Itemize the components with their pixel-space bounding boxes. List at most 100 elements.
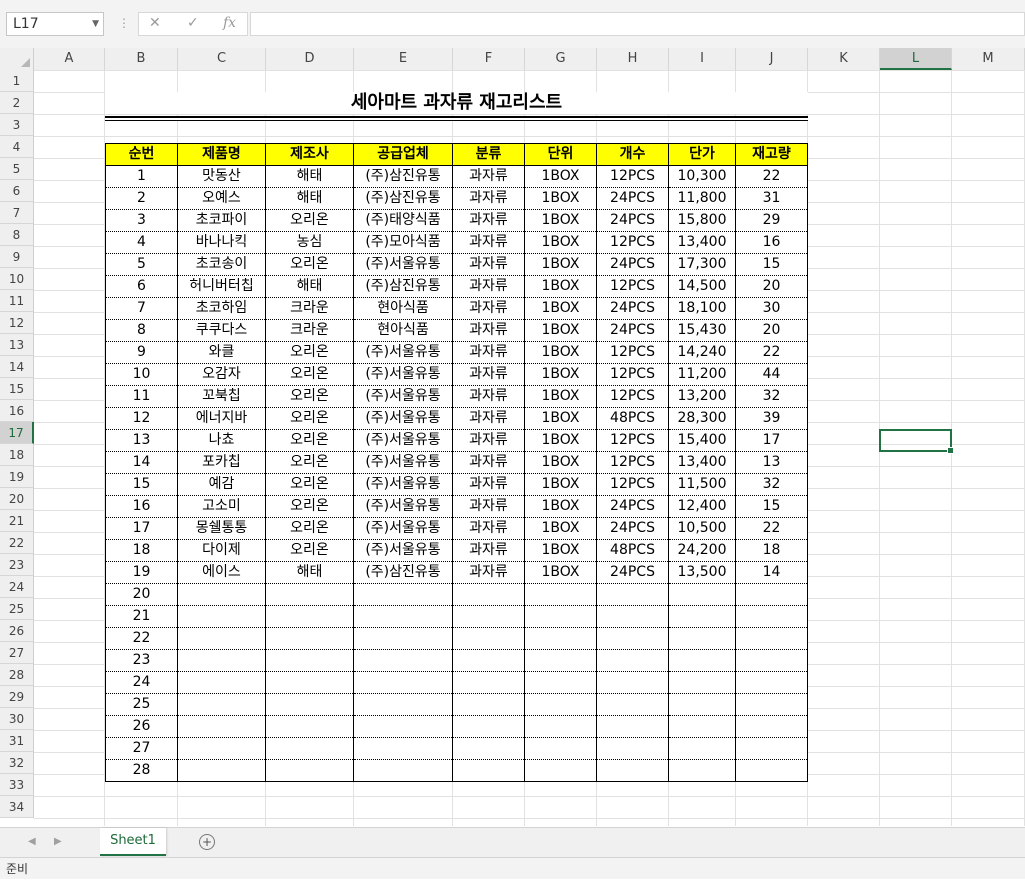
header-cell[interactable]: 단가 [668, 143, 736, 166]
table-cell[interactable]: 오예스 [177, 187, 266, 210]
table-cell[interactable] [177, 671, 266, 694]
table-cell[interactable] [668, 737, 736, 760]
table-cell[interactable]: 44 [735, 363, 808, 386]
table-cell[interactable]: 17 [105, 517, 178, 540]
table-cell[interactable]: 5 [105, 253, 178, 276]
table-cell[interactable]: 1BOX [524, 297, 597, 320]
row-header-4[interactable]: 4 [0, 136, 34, 158]
table-cell[interactable]: 13 [735, 451, 808, 474]
row-header-19[interactable]: 19 [0, 466, 34, 488]
chevron-down-icon[interactable]: ▼ [92, 13, 99, 35]
table-cell[interactable]: 크라운 [265, 297, 354, 320]
row-header-30[interactable]: 30 [0, 708, 34, 730]
table-cell[interactable]: 오리온 [265, 517, 354, 540]
table-cell[interactable] [596, 605, 669, 628]
table-cell[interactable]: 22 [735, 517, 808, 540]
table-cell[interactable]: 초코송이 [177, 253, 266, 276]
table-cell[interactable]: 26 [105, 715, 178, 738]
sheet-tab[interactable]: Sheet1 [100, 828, 166, 856]
table-cell[interactable]: 1BOX [524, 451, 597, 474]
table-cell[interactable]: 18 [105, 539, 178, 562]
header-cell[interactable]: 재고량 [735, 143, 808, 166]
table-cell[interactable]: 1BOX [524, 187, 597, 210]
table-cell[interactable] [668, 693, 736, 716]
table-cell[interactable]: 15 [735, 253, 808, 276]
table-cell[interactable] [353, 649, 453, 672]
row-header-9[interactable]: 9 [0, 246, 34, 268]
table-cell[interactable]: 포카칩 [177, 451, 266, 474]
row-header-8[interactable]: 8 [0, 224, 34, 246]
table-cell[interactable]: 8 [105, 319, 178, 342]
table-cell[interactable]: (주)삼진유통 [353, 275, 453, 298]
table-cell[interactable]: 오감자 [177, 363, 266, 386]
table-cell[interactable]: 초코파이 [177, 209, 266, 232]
table-cell[interactable]: 농심 [265, 231, 354, 254]
row-header-22[interactable]: 22 [0, 532, 34, 554]
table-cell[interactable]: 15 [735, 495, 808, 518]
table-cell[interactable] [452, 649, 525, 672]
table-cell[interactable]: 나쵸 [177, 429, 266, 452]
header-cell[interactable]: 제품명 [177, 143, 266, 166]
table-cell[interactable]: (주)서울유통 [353, 473, 453, 496]
table-cell[interactable]: 14 [105, 451, 178, 474]
table-cell[interactable]: 과자류 [452, 473, 525, 496]
table-cell[interactable]: 1BOX [524, 517, 597, 540]
table-cell[interactable]: 15,430 [668, 319, 736, 342]
table-cell[interactable]: 오리온 [265, 495, 354, 518]
table-cell[interactable]: 16 [735, 231, 808, 254]
table-cell[interactable]: 에이스 [177, 561, 266, 584]
table-cell[interactable] [524, 693, 597, 716]
table-cell[interactable]: 과자류 [452, 429, 525, 452]
row-header-34[interactable]: 34 [0, 796, 34, 818]
table-cell[interactable] [265, 583, 354, 606]
table-cell[interactable] [668, 671, 736, 694]
row-header-27[interactable]: 27 [0, 642, 34, 664]
table-cell[interactable]: 과자류 [452, 539, 525, 562]
table-cell[interactable] [353, 693, 453, 716]
column-header-j[interactable]: J [736, 48, 808, 70]
table-cell[interactable]: 1BOX [524, 341, 597, 364]
row-header-25[interactable]: 25 [0, 598, 34, 620]
table-cell[interactable] [353, 605, 453, 628]
table-cell[interactable]: 12PCS [596, 473, 669, 496]
table-cell[interactable]: 32 [735, 473, 808, 496]
row-header-11[interactable]: 11 [0, 290, 34, 312]
table-cell[interactable]: 12PCS [596, 341, 669, 364]
column-header-i[interactable]: I [669, 48, 736, 70]
cancel-icon[interactable]: ✕ [149, 15, 161, 31]
table-cell[interactable]: 12PCS [596, 385, 669, 408]
row-header-7[interactable]: 7 [0, 202, 34, 224]
select-all-button[interactable] [0, 48, 34, 70]
table-cell[interactable]: 23 [105, 649, 178, 672]
table-cell[interactable]: (주)삼진유통 [353, 165, 453, 188]
table-cell[interactable]: 과자류 [452, 495, 525, 518]
table-cell[interactable] [668, 605, 736, 628]
table-cell[interactable]: 과자류 [452, 297, 525, 320]
table-cell[interactable]: 13,200 [668, 385, 736, 408]
table-cell[interactable]: 24PCS [596, 319, 669, 342]
row-header-28[interactable]: 28 [0, 664, 34, 686]
table-cell[interactable]: 14 [735, 561, 808, 584]
row-header-16[interactable]: 16 [0, 400, 34, 422]
table-cell[interactable] [596, 693, 669, 716]
table-cell[interactable]: (주)삼진유통 [353, 187, 453, 210]
row-header-5[interactable]: 5 [0, 158, 34, 180]
next-sheet-icon[interactable]: ▶ [54, 836, 62, 847]
row-header-20[interactable]: 20 [0, 488, 34, 510]
table-cell[interactable] [177, 583, 266, 606]
table-cell[interactable]: 1BOX [524, 473, 597, 496]
table-cell[interactable]: 몽쉘통통 [177, 517, 266, 540]
table-cell[interactable]: 22 [735, 165, 808, 188]
table-cell[interactable]: 오리온 [265, 253, 354, 276]
table-cell[interactable] [265, 715, 354, 738]
table-cell[interactable]: (주)서울유통 [353, 517, 453, 540]
table-cell[interactable]: 과자류 [452, 517, 525, 540]
column-header-h[interactable]: H [597, 48, 669, 70]
formula-input[interactable] [250, 12, 1025, 36]
table-cell[interactable]: 1BOX [524, 561, 597, 584]
name-box[interactable]: L17 ▼ [6, 12, 104, 36]
table-cell[interactable] [735, 627, 808, 650]
table-cell[interactable] [265, 627, 354, 650]
row-header-15[interactable]: 15 [0, 378, 34, 400]
table-cell[interactable]: 13,400 [668, 451, 736, 474]
